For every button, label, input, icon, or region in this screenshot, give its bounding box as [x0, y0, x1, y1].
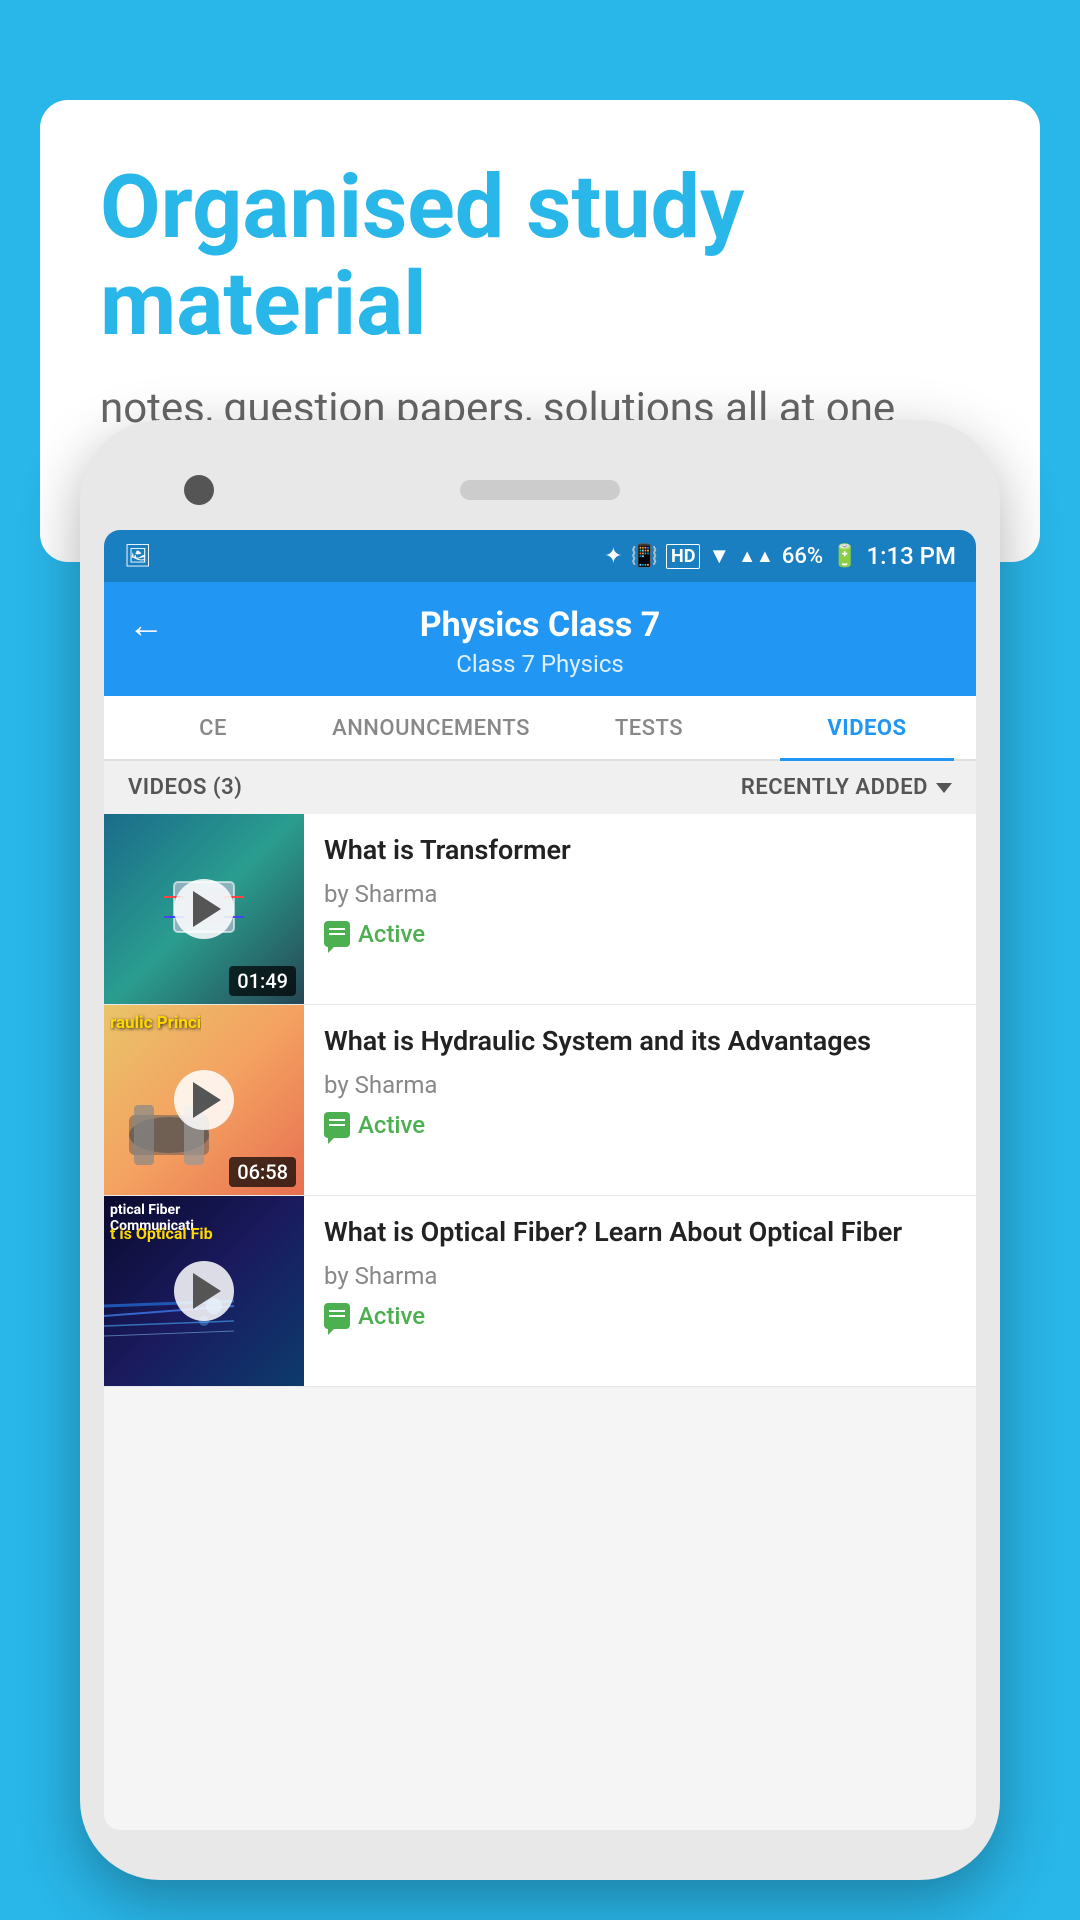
video-title-optical: What is Optical Fiber? Learn About Optic…	[324, 1214, 956, 1250]
photo-icon: 🖼	[124, 544, 152, 569]
video-item-optical[interactable]: ptical Fiber Communicati t is Optical Fi…	[104, 1196, 976, 1387]
active-badge-optical: Active	[324, 1302, 956, 1330]
video-thumbnail-optical: ptical Fiber Communicati t is Optical Fi…	[104, 1196, 304, 1386]
play-button-optical[interactable]	[174, 1261, 234, 1321]
hd-badge: HD	[666, 544, 700, 569]
video-author-optical: by Sharma	[324, 1262, 956, 1290]
video-thumbnail-hydraulic: raulic Princi 0	[104, 1005, 304, 1195]
back-button[interactable]: ←	[128, 604, 164, 646]
phone-screen: 🖼 ✦ 📳 HD ▼ ▲▲ 66% 🔋 1:13 PM ←	[104, 530, 976, 1830]
optical-thumb-label2: t is Optical Fib	[110, 1224, 213, 1243]
video-title-hydraulic: What is Hydraulic System and its Advanta…	[324, 1023, 956, 1059]
sort-button[interactable]: RECENTLY ADDED	[741, 775, 952, 800]
active-label-optical: Active	[358, 1302, 425, 1330]
video-duration-hydraulic: 06:58	[229, 1157, 296, 1187]
status-bar: 🖼 ✦ 📳 HD ▼ ▲▲ 66% 🔋 1:13 PM	[104, 530, 976, 582]
video-info-transformer: What is Transformer by Sharma Active	[304, 814, 976, 1004]
tab-tests[interactable]: TESTS	[540, 696, 758, 759]
phone-mockup: 🖼 ✦ 📳 HD ▼ ▲▲ 66% 🔋 1:13 PM ←	[80, 420, 1000, 1880]
vibrate-icon: 📳	[631, 544, 658, 569]
chat-icon-transformer	[324, 921, 350, 947]
bluetooth-icon: ✦	[604, 544, 622, 569]
play-button-hydraulic[interactable]	[174, 1070, 234, 1130]
video-info-hydraulic: What is Hydraulic System and its Advanta…	[304, 1005, 976, 1195]
video-info-optical: What is Optical Fiber? Learn About Optic…	[304, 1196, 976, 1386]
time: 1:13 PM	[866, 542, 956, 570]
phone-camera	[184, 475, 214, 505]
phone-speaker	[460, 480, 620, 500]
tab-announcements[interactable]: ANNOUNCEMENTS	[322, 696, 540, 759]
chat-icon-optical	[324, 1303, 350, 1329]
active-badge-hydraulic: Active	[324, 1111, 956, 1139]
signal-icon: ▲▲	[738, 546, 774, 567]
banner-title: Organised study material	[100, 160, 980, 354]
video-item-transformer[interactable]: 01:49 What is Transformer by Sharma Acti…	[104, 814, 976, 1005]
status-left: 🖼	[124, 544, 152, 569]
battery-percent: 66%	[782, 544, 823, 569]
video-list: 01:49 What is Transformer by Sharma Acti…	[104, 814, 976, 1387]
tab-ce[interactable]: CE	[104, 696, 322, 759]
videos-count: VIDEOS (3)	[128, 775, 242, 800]
wifi-icon: ▼	[708, 543, 730, 569]
active-badge-transformer: Active	[324, 920, 956, 948]
active-label-transformer: Active	[358, 920, 425, 948]
status-right: ✦ 📳 HD ▼ ▲▲ 66% 🔋 1:13 PM	[604, 542, 956, 570]
video-author-transformer: by Sharma	[324, 880, 956, 908]
chevron-down-icon	[936, 783, 952, 793]
tabs-container: CE ANNOUNCEMENTS TESTS VIDEOS	[104, 696, 976, 761]
video-duration-transformer: 01:49	[229, 966, 296, 996]
video-title-transformer: What is Transformer	[324, 832, 956, 868]
phone-shell: 🖼 ✦ 📳 HD ▼ ▲▲ 66% 🔋 1:13 PM ←	[80, 420, 1000, 1880]
videos-list-header: VIDEOS (3) RECENTLY ADDED	[104, 761, 976, 814]
sort-label: RECENTLY ADDED	[741, 775, 928, 800]
tab-videos[interactable]: VIDEOS	[758, 696, 976, 759]
video-author-hydraulic: by Sharma	[324, 1071, 956, 1099]
breadcrumb: Class 7 Physics	[128, 650, 952, 678]
video-item-hydraulic[interactable]: raulic Princi 0	[104, 1005, 976, 1196]
active-label-hydraulic: Active	[358, 1111, 425, 1139]
play-button-transformer[interactable]	[174, 879, 234, 939]
battery-icon: 🔋	[831, 544, 858, 569]
phone-top-bar	[104, 450, 976, 530]
page-title: Physics Class 7	[184, 605, 896, 645]
video-thumbnail-transformer: 01:49	[104, 814, 304, 1004]
app-header: ← Physics Class 7 Class 7 Physics	[104, 582, 976, 696]
chat-icon-hydraulic	[324, 1112, 350, 1138]
hydraulic-thumb-label: raulic Princi	[110, 1013, 201, 1033]
